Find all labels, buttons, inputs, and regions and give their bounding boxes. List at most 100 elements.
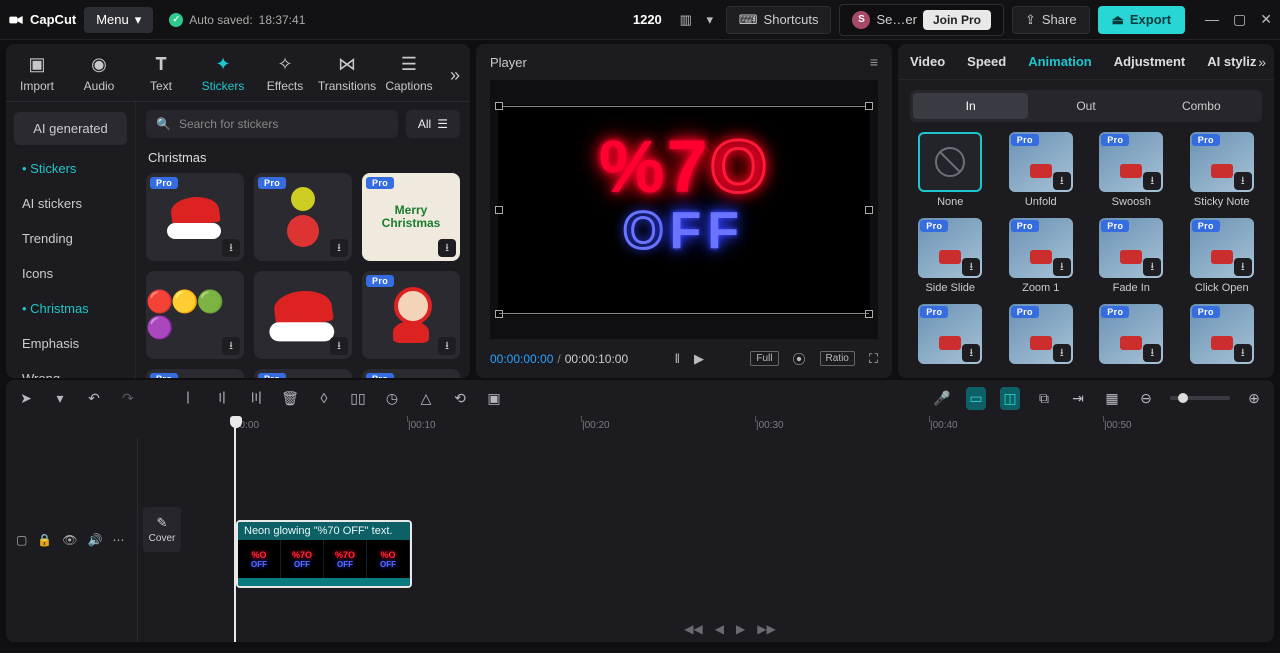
speed-icon[interactable]: ◷ [382,390,402,407]
trim-right-icon[interactable]: 〣 [246,388,266,408]
more-icon[interactable]: ⋯ [112,533,124,547]
zoom-slider[interactable] [1170,396,1230,400]
download-icon[interactable]: ⭳ [1143,172,1161,190]
fullscreen-icon[interactable]: ⛶ [869,351,878,367]
rotate-icon[interactable]: ⟲ [450,390,470,407]
dropdown-icon[interactable]: ▾ [702,12,718,28]
minimize-icon[interactable]: — [1205,11,1219,28]
video-clip[interactable]: Neon glowing "%70 OFF" text. %OOFF %7OOF… [236,520,412,588]
share-button[interactable]: ⇪ Share [1012,6,1090,34]
marker-icon[interactable]: ◊ [314,390,334,406]
tab-animation[interactable]: Animation [1028,54,1092,69]
animation-item-11[interactable]: Pro⭳ [1182,304,1263,364]
tab-speed[interactable]: Speed [967,54,1006,69]
tab-captions[interactable]: ☰Captions [378,50,440,101]
segment-out[interactable]: Out [1028,93,1143,119]
eye-icon[interactable]: 👁 [62,533,77,547]
shortcuts-button[interactable]: ⌨ Shortcuts [726,6,832,34]
player-menu-icon[interactable]: ≡ [870,54,878,70]
copy-icon[interactable]: ▯▯ [348,390,368,407]
animation-item-10[interactable]: Pro⭳ [1091,304,1172,364]
play-icon[interactable]: ▶ [694,351,704,367]
sidebar-item-ai-stickers[interactable]: AI stickers [6,186,135,221]
sticker-card[interactable]: ⭳ [254,271,352,359]
preview-toggle-icon[interactable]: ▦ [1102,390,1122,407]
download-icon[interactable]: ⭳ [1234,258,1252,276]
animation-click-open[interactable]: Pro⭳Click Open [1182,218,1263,294]
zoom-out-icon[interactable]: ⊖ [1136,390,1156,407]
mirror-icon[interactable]: △ [416,390,436,407]
snap-on-icon[interactable]: ◫ [1000,387,1020,410]
download-icon[interactable]: ⭳ [330,337,348,355]
download-icon[interactable]: ⭳ [438,337,456,355]
sidebar-item-ai-generated[interactable]: AI generated [14,112,127,145]
animation-sticky-note[interactable]: Pro⭳Sticky Note [1182,132,1263,208]
download-icon[interactable]: ⭳ [1234,172,1252,190]
download-icon[interactable]: ⭳ [1053,344,1071,362]
download-icon[interactable]: ⭳ [1143,344,1161,362]
sidebar-item-christmas[interactable]: Christmas [6,291,135,326]
crop-icon[interactable]: ⦿ [793,349,806,368]
prev-frame-icon[interactable]: ‖ [675,351,680,366]
download-icon[interactable]: ⭳ [222,239,240,257]
layout-icon[interactable]: ▥ [678,12,694,28]
crop-tool-icon[interactable]: ▣ [484,390,504,407]
preview-canvas[interactable]: %7O OFF [490,80,878,339]
tab-import[interactable]: ▣Import [6,50,68,101]
animation-fade-in[interactable]: Pro⭳Fade In [1091,218,1172,294]
full-button[interactable]: Full [750,351,778,366]
segment-combo[interactable]: Combo [1144,93,1259,119]
delete-icon[interactable]: 🗑 [280,390,300,407]
mute-icon[interactable]: 🔊 [88,533,103,547]
tab-stickers[interactable]: ✦Stickers [192,50,254,101]
redo-icon[interactable]: ↷ [118,390,138,407]
zoom-in-icon[interactable]: ⊕ [1244,390,1264,407]
tab-text[interactable]: 𝐓Text [130,50,192,101]
tab-effects[interactable]: ✧Effects [254,50,316,101]
menu-button[interactable]: Menu▾ [84,7,153,33]
download-icon[interactable]: ⭳ [330,239,348,257]
sticker-card[interactable]: ProMerryChristmas⭳ [362,173,460,261]
cover-button[interactable]: ✎ Cover [143,507,182,552]
timeline-pager[interactable]: ◀◀◀▶▶▶ [684,622,775,636]
sticker-card[interactable]: Pro⭳ [362,271,460,359]
tab-video[interactable]: Video [910,54,945,69]
sidebar-item-icons[interactable]: Icons [6,256,135,291]
download-icon[interactable]: ⭳ [1053,172,1071,190]
filter-all-button[interactable]: All☰ [406,110,460,138]
sticker-card[interactable]: Pro [254,369,352,378]
link-icon[interactable]: ⧉ [1034,390,1054,407]
profile-button[interactable]: S Se…er Join Pro [839,4,1003,36]
tab-adjustment[interactable]: Adjustment [1114,54,1186,69]
split-icon[interactable]: 〡 [178,388,198,408]
sticker-card[interactable]: Pro⭳ [254,173,352,261]
align-icon[interactable]: ⇥ [1068,390,1088,407]
pointer-icon[interactable]: ➤ [16,390,36,407]
trim-left-icon[interactable]: 〢 [212,388,232,408]
animation-item-8[interactable]: Pro⭳ [910,304,991,364]
search-input[interactable]: 🔍 Search for stickers [146,110,398,138]
segment-in[interactable]: In [913,93,1028,119]
ratio-button[interactable]: Ratio [820,351,855,366]
maximize-icon[interactable]: ▢ [1233,11,1246,28]
download-icon[interactable]: ⭳ [438,239,456,257]
lock-icon[interactable]: 🔒 [37,533,52,547]
download-icon[interactable]: ⭳ [1143,258,1161,276]
animation-zoom-1[interactable]: Pro⭳Zoom 1 [1001,218,1082,294]
sidebar-item-emphasis[interactable]: Emphasis [6,326,135,361]
download-icon[interactable]: ⭳ [962,258,980,276]
sidebar-item-stickers[interactable]: Stickers [6,151,135,186]
animation-none[interactable]: None [910,132,991,208]
tab-audio[interactable]: ◉Audio [68,50,130,101]
tab-ai-styliz[interactable]: AI styliz [1207,54,1256,69]
track-toggle-icon[interactable]: ▢ [16,533,27,547]
download-icon[interactable]: ⭳ [1053,258,1071,276]
sidebar-item-wrong[interactable]: Wrong [6,361,135,378]
undo-icon[interactable]: ↶ [84,390,104,407]
animation-unfold[interactable]: Pro⭳Unfold [1001,132,1082,208]
sticker-card[interactable]: Pro [146,369,244,378]
sticker-card[interactable]: 🔴🟡🟢🟣⭳ [146,271,244,359]
join-pro-button[interactable]: Join Pro [923,10,991,30]
mic-icon[interactable]: 🎤 [932,390,952,407]
sticker-card[interactable]: Pro [362,369,460,378]
